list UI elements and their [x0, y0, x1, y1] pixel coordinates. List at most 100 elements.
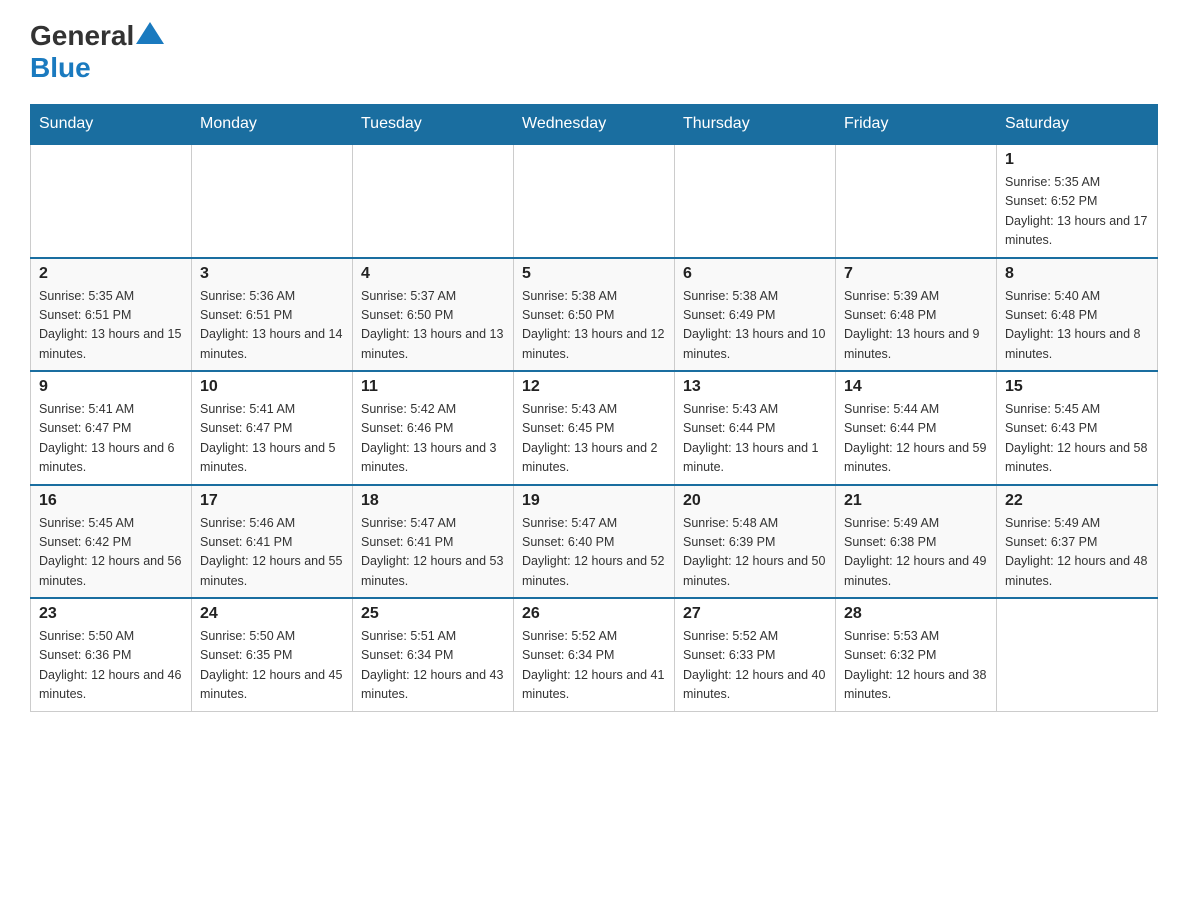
calendar-cell: 14 Sunrise: 5:44 AM Sunset: 6:44 PM Dayli… [836, 371, 997, 485]
calendar-cell: 12 Sunrise: 5:43 AM Sunset: 6:45 PM Dayli… [514, 371, 675, 485]
day-number: 13 [683, 378, 827, 396]
weekday-header-tuesday: Tuesday [353, 105, 514, 145]
day-number: 26 [522, 605, 666, 623]
weekday-header-saturday: Saturday [997, 105, 1158, 145]
day-info: Sunrise: 5:39 AM Sunset: 6:48 PM Dayligh… [844, 287, 988, 365]
day-number: 11 [361, 378, 505, 396]
calendar-cell: 4 Sunrise: 5:37 AM Sunset: 6:50 PM Daylig… [353, 258, 514, 372]
calendar-cell: 17 Sunrise: 5:46 AM Sunset: 6:41 PM Dayli… [192, 485, 353, 599]
calendar-cell: 8Sunrise: 5:40 AM Sunset: 6:48 PM Daylig… [997, 258, 1158, 372]
calendar-cell [675, 144, 836, 258]
day-info: Sunrise: 5:46 AM Sunset: 6:41 PM Dayligh… [200, 514, 344, 592]
day-number: 5 [522, 265, 666, 283]
day-info: Sunrise: 5:41 AM Sunset: 6:47 PM Dayligh… [39, 400, 183, 478]
day-info: Sunrise: 5:37 AM Sunset: 6:50 PM Dayligh… [361, 287, 505, 365]
calendar-cell: 10 Sunrise: 5:41 AM Sunset: 6:47 PM Dayli… [192, 371, 353, 485]
calendar-cell: 24 Sunrise: 5:50 AM Sunset: 6:35 PM Dayli… [192, 598, 353, 711]
calendar-cell: 23 Sunrise: 5:50 AM Sunset: 6:36 PM Dayli… [31, 598, 192, 711]
day-number: 22 [1005, 492, 1149, 510]
day-info: Sunrise: 5:49 AM Sunset: 6:37 PM Dayligh… [1005, 514, 1149, 592]
calendar-cell: 15 Sunrise: 5:45 AM Sunset: 6:43 PM Dayli… [997, 371, 1158, 485]
logo: General Blue [30, 20, 166, 84]
day-info: Sunrise: 5:43 AM Sunset: 6:45 PM Dayligh… [522, 400, 666, 478]
day-number: 25 [361, 605, 505, 623]
day-info: Sunrise: 5:45 AM Sunset: 6:42 PM Dayligh… [39, 514, 183, 592]
logo-blue-text: Blue [30, 52, 91, 84]
calendar-cell: 16 Sunrise: 5:45 AM Sunset: 6:42 PM Dayli… [31, 485, 192, 599]
calendar-cell [31, 144, 192, 258]
calendar-cell: 13 Sunrise: 5:43 AM Sunset: 6:44 PM Dayli… [675, 371, 836, 485]
day-info: Sunrise: 5:52 AM Sunset: 6:34 PM Dayligh… [522, 627, 666, 705]
calendar-cell: 25 Sunrise: 5:51 AM Sunset: 6:34 PM Dayli… [353, 598, 514, 711]
day-number: 23 [39, 605, 183, 623]
calendar-cell: 20 Sunrise: 5:48 AM Sunset: 6:39 PM Dayli… [675, 485, 836, 599]
day-number: 4 [361, 265, 505, 283]
calendar-week-row: 2 Sunrise: 5:35 AM Sunset: 6:51 PM Daylig… [31, 258, 1158, 372]
day-info: Sunrise: 5:51 AM Sunset: 6:34 PM Dayligh… [361, 627, 505, 705]
calendar-cell: 6 Sunrise: 5:38 AM Sunset: 6:49 PM Daylig… [675, 258, 836, 372]
day-number: 7 [844, 265, 988, 283]
day-info: Sunrise: 5:49 AM Sunset: 6:38 PM Dayligh… [844, 514, 988, 592]
day-number: 20 [683, 492, 827, 510]
day-info: Sunrise: 5:42 AM Sunset: 6:46 PM Dayligh… [361, 400, 505, 478]
day-number: 6 [683, 265, 827, 283]
weekday-header-sunday: Sunday [31, 105, 192, 145]
calendar-cell: 1Sunrise: 5:35 AM Sunset: 6:52 PM Daylig… [997, 144, 1158, 258]
day-info: Sunrise: 5:38 AM Sunset: 6:50 PM Dayligh… [522, 287, 666, 365]
day-info: Sunrise: 5:41 AM Sunset: 6:47 PM Dayligh… [200, 400, 344, 478]
day-info: Sunrise: 5:50 AM Sunset: 6:36 PM Dayligh… [39, 627, 183, 705]
day-number: 16 [39, 492, 183, 510]
day-info: Sunrise: 5:36 AM Sunset: 6:51 PM Dayligh… [200, 287, 344, 365]
weekday-header-friday: Friday [836, 105, 997, 145]
calendar-cell [997, 598, 1158, 711]
calendar-cell: 22 Sunrise: 5:49 AM Sunset: 6:37 PM Dayli… [997, 485, 1158, 599]
calendar-cell: 3 Sunrise: 5:36 AM Sunset: 6:51 PM Daylig… [192, 258, 353, 372]
calendar-cell: 7 Sunrise: 5:39 AM Sunset: 6:48 PM Daylig… [836, 258, 997, 372]
weekday-header-thursday: Thursday [675, 105, 836, 145]
day-info: Sunrise: 5:43 AM Sunset: 6:44 PM Dayligh… [683, 400, 827, 478]
day-number: 3 [200, 265, 344, 283]
logo-general-text: General [30, 20, 134, 52]
day-number: 17 [200, 492, 344, 510]
calendar-cell: 2 Sunrise: 5:35 AM Sunset: 6:51 PM Daylig… [31, 258, 192, 372]
calendar-cell: 21 Sunrise: 5:49 AM Sunset: 6:38 PM Dayli… [836, 485, 997, 599]
page-header: General Blue [30, 20, 1158, 84]
calendar-cell: 5 Sunrise: 5:38 AM Sunset: 6:50 PM Daylig… [514, 258, 675, 372]
day-info: Sunrise: 5:47 AM Sunset: 6:40 PM Dayligh… [522, 514, 666, 592]
day-number: 9 [39, 378, 183, 396]
day-number: 21 [844, 492, 988, 510]
calendar-cell: 18Sunrise: 5:47 AM Sunset: 6:41 PM Dayli… [353, 485, 514, 599]
day-number: 19 [522, 492, 666, 510]
calendar-cell: 19 Sunrise: 5:47 AM Sunset: 6:40 PM Dayli… [514, 485, 675, 599]
calendar-week-row: 23 Sunrise: 5:50 AM Sunset: 6:36 PM Dayli… [31, 598, 1158, 711]
calendar-cell: 28Sunrise: 5:53 AM Sunset: 6:32 PM Dayli… [836, 598, 997, 711]
day-info: Sunrise: 5:45 AM Sunset: 6:43 PM Dayligh… [1005, 400, 1149, 478]
day-number: 15 [1005, 378, 1149, 396]
calendar-table: SundayMondayTuesdayWednesdayThursdayFrid… [30, 104, 1158, 712]
day-number: 12 [522, 378, 666, 396]
day-number: 14 [844, 378, 988, 396]
calendar-week-row: 1Sunrise: 5:35 AM Sunset: 6:52 PM Daylig… [31, 144, 1158, 258]
calendar-cell [192, 144, 353, 258]
day-info: Sunrise: 5:50 AM Sunset: 6:35 PM Dayligh… [200, 627, 344, 705]
day-info: Sunrise: 5:38 AM Sunset: 6:49 PM Dayligh… [683, 287, 827, 365]
calendar-week-row: 9 Sunrise: 5:41 AM Sunset: 6:47 PM Daylig… [31, 371, 1158, 485]
day-number: 24 [200, 605, 344, 623]
day-number: 2 [39, 265, 183, 283]
day-info: Sunrise: 5:35 AM Sunset: 6:51 PM Dayligh… [39, 287, 183, 365]
day-info: Sunrise: 5:52 AM Sunset: 6:33 PM Dayligh… [683, 627, 827, 705]
day-number: 8 [1005, 265, 1149, 283]
weekday-header-monday: Monday [192, 105, 353, 145]
calendar-cell: 11 Sunrise: 5:42 AM Sunset: 6:46 PM Dayli… [353, 371, 514, 485]
day-info: Sunrise: 5:48 AM Sunset: 6:39 PM Dayligh… [683, 514, 827, 592]
day-number: 27 [683, 605, 827, 623]
calendar-cell [353, 144, 514, 258]
day-info: Sunrise: 5:47 AM Sunset: 6:41 PM Dayligh… [361, 514, 505, 592]
day-info: Sunrise: 5:35 AM Sunset: 6:52 PM Dayligh… [1005, 173, 1149, 251]
calendar-cell [514, 144, 675, 258]
weekday-header-wednesday: Wednesday [514, 105, 675, 145]
calendar-cell: 27 Sunrise: 5:52 AM Sunset: 6:33 PM Dayli… [675, 598, 836, 711]
day-number: 10 [200, 378, 344, 396]
day-info: Sunrise: 5:53 AM Sunset: 6:32 PM Dayligh… [844, 627, 988, 705]
day-info: Sunrise: 5:44 AM Sunset: 6:44 PM Dayligh… [844, 400, 988, 478]
